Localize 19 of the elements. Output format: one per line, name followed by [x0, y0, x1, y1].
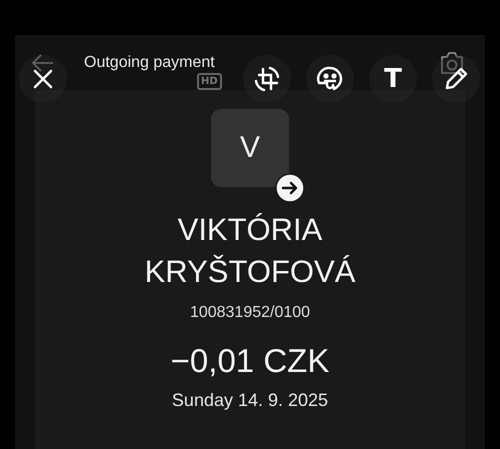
pencil-icon: [443, 66, 469, 92]
recipient-name: VIKTÓRIA KRYŠTOFOVÁ: [144, 211, 356, 291]
arrow-right-icon: [275, 173, 305, 203]
hd-toggle[interactable]: HD: [197, 72, 222, 90]
crop-rotate-button[interactable]: [243, 55, 291, 103]
crop-rotate-icon: [252, 64, 282, 94]
payment-date: Sunday 14. 9. 2025: [172, 390, 328, 411]
payment-amount: −0,01 CZK: [170, 342, 330, 380]
text-tool-button[interactable]: T: [369, 55, 417, 103]
close-button[interactable]: [19, 55, 67, 103]
sticker-icon: [316, 65, 344, 93]
pencil-button[interactable]: [432, 55, 480, 103]
account-number: 100831952/0100: [190, 304, 310, 322]
avatar: V: [211, 109, 289, 187]
camera-icon: [439, 50, 465, 74]
back-arrow-icon: [32, 54, 54, 72]
sticker-button[interactable]: [306, 55, 354, 103]
close-icon: [33, 69, 53, 89]
screen-title: Outgoing payment: [84, 54, 216, 72]
